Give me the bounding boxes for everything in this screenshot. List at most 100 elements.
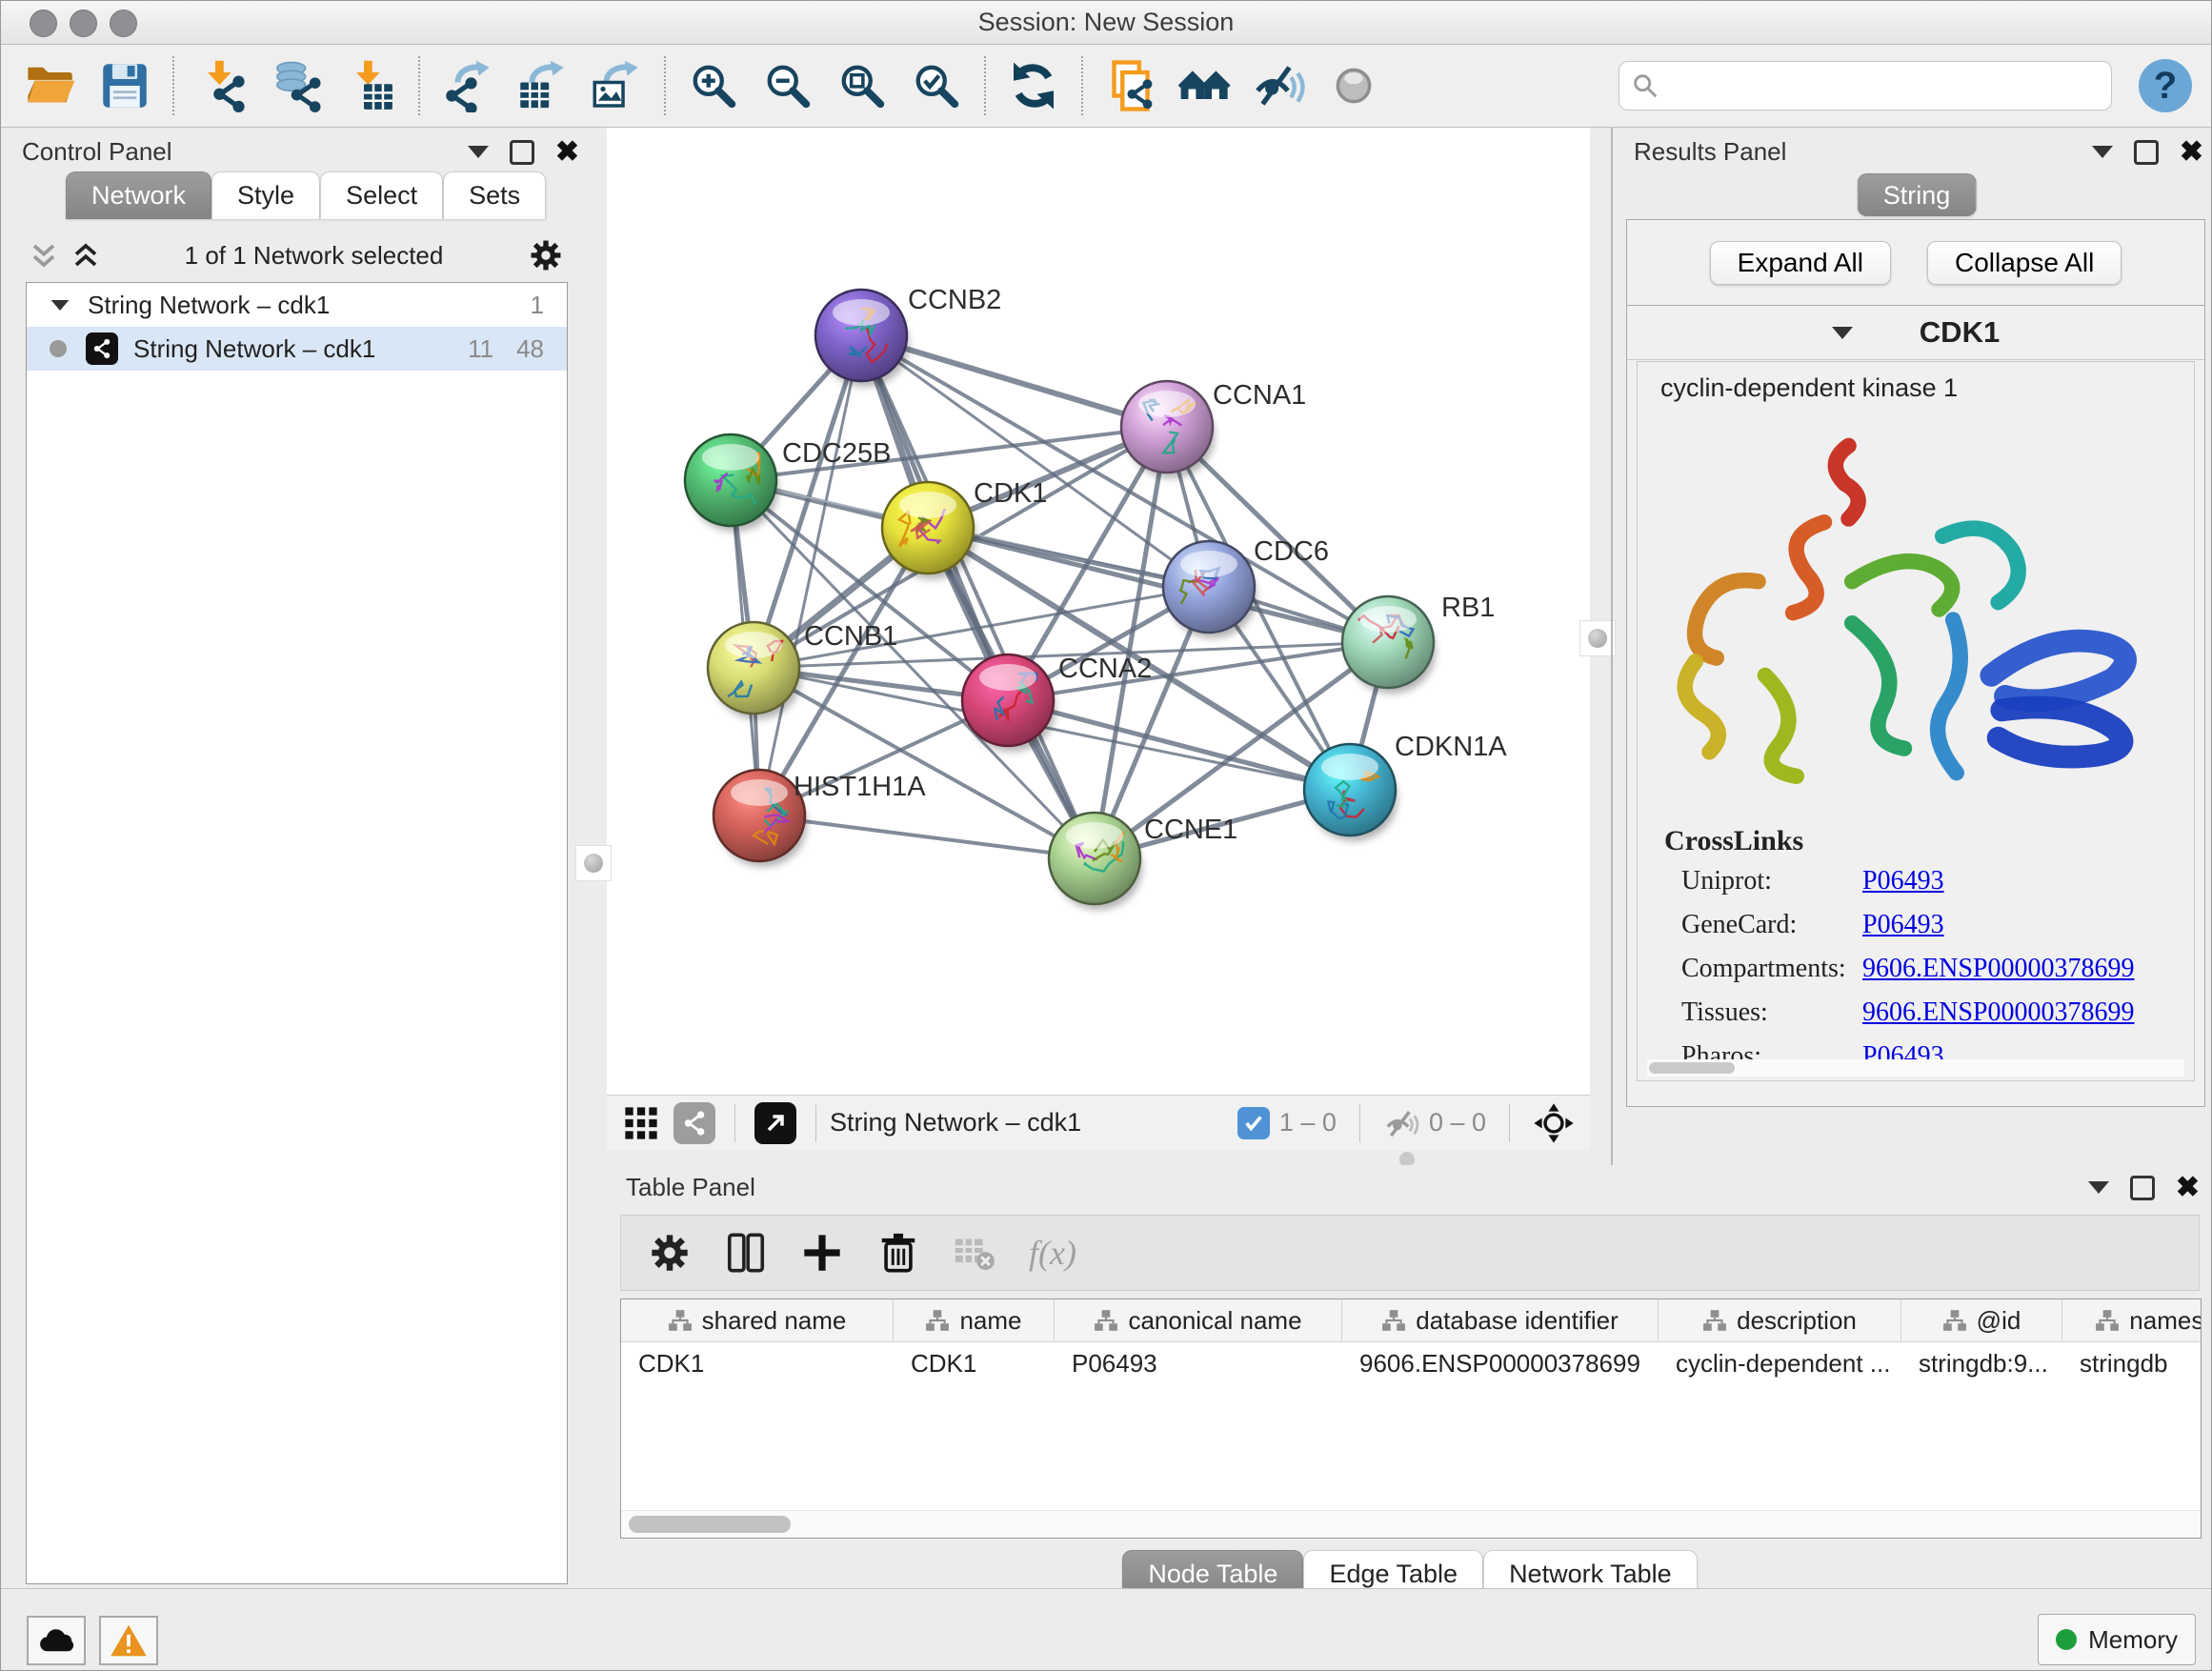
crosslink-label: Compartments: (1681, 954, 1862, 984)
tab-network[interactable]: Network (66, 171, 211, 219)
expand-all-icon[interactable] (71, 241, 100, 270)
zoom-in-button[interactable] (683, 55, 744, 116)
section-collapse-icon[interactable] (1832, 327, 1853, 339)
table-gear-icon[interactable] (648, 1231, 692, 1275)
panel-menu-icon[interactable] (2088, 1181, 2109, 1194)
show-columns-icon[interactable] (724, 1231, 768, 1275)
attribute-type-icon (1702, 1308, 1727, 1333)
open-session-button[interactable] (20, 55, 81, 116)
selected-checkbox-icon[interactable] (1237, 1107, 1270, 1139)
edge-CCNB2-HIST1H1A[interactable] (759, 335, 861, 815)
node-CCNA2[interactable]: CCNA2 (962, 654, 1152, 752)
panel-close-icon[interactable]: ✖ (555, 138, 579, 167)
tab-sets[interactable]: Sets (443, 171, 546, 219)
delete-column-icon[interactable] (876, 1231, 920, 1275)
grid-view-icon[interactable] (620, 1102, 662, 1144)
search-box[interactable] (1619, 61, 2112, 111)
zoom-fit-icon (835, 59, 889, 112)
column-header-databaseidentifier[interactable]: database identifier (1342, 1299, 1659, 1341)
control-panel-tabs: NetworkStyleSelectSets (66, 171, 546, 219)
node-CCNE1[interactable]: CCNE1 (1049, 813, 1237, 910)
node-CCNA1[interactable]: CCNA1 (1121, 380, 1306, 478)
attribute-type-icon (1094, 1308, 1118, 1333)
control-panel-title: Control Panel (22, 137, 172, 167)
cloud-status-button[interactable] (27, 1616, 86, 1665)
export-image-button[interactable] (586, 55, 647, 116)
warning-button[interactable] (99, 1616, 158, 1665)
expand-all-button[interactable]: Expand All (1710, 241, 1891, 285)
crosslink-link[interactable]: P06493 (1862, 866, 1944, 896)
status-bar: Memory (1, 1588, 2211, 1671)
node-label-CCNB1: CCNB1 (804, 621, 897, 652)
hide-glyphs-button[interactable] (1249, 55, 1310, 116)
table-row[interactable]: CDK1CDK1P064939606.ENSP00000378699cyclin… (621, 1342, 2201, 1384)
crosslink-link[interactable]: 9606.ENSP00000378699 (1862, 954, 2134, 984)
node-CDKN1A[interactable]: CDKN1A (1304, 732, 1507, 841)
gene-section-header[interactable]: CDK1 (1627, 306, 2204, 360)
column-header-namespace[interactable]: namespace (2062, 1299, 2202, 1341)
birds-eye-view-icon[interactable] (1533, 1102, 1575, 1144)
crosslink-row: GeneCard: P06493 (1638, 903, 2194, 947)
tab-style[interactable]: Style (211, 171, 320, 219)
table-hscrollbar[interactable] (621, 1510, 2201, 1538)
node-CDC25B[interactable]: CDC25B (685, 434, 891, 532)
collapse-all-button[interactable]: Collapse All (1927, 241, 2122, 285)
tab-select[interactable]: Select (320, 171, 443, 219)
import-network-database-button[interactable] (266, 55, 327, 116)
edge-CCNE1-HIST1H1A[interactable] (759, 815, 1095, 858)
column-header-id[interactable]: @id (1901, 1299, 2062, 1341)
help-button[interactable]: ? (2139, 59, 2192, 112)
collection-count: 1 (531, 291, 544, 320)
panel-float-icon[interactable] (510, 140, 534, 165)
export-network-icon (441, 59, 494, 112)
crosslink-link[interactable]: P06493 (1862, 910, 1944, 940)
import-table-file-button[interactable] (340, 55, 401, 116)
network-canvas[interactable]: CCNB2 CCNA1 CDC25B CDK1 CDC6 (607, 128, 1590, 1095)
node-HIST1H1A[interactable]: HIST1H1A (714, 770, 926, 867)
string-query-button[interactable] (1175, 55, 1236, 116)
graphics-details-button[interactable] (1323, 55, 1384, 116)
tab-string[interactable]: String (1858, 173, 1977, 216)
node-CCNB1[interactable]: CCNB1 (708, 621, 897, 719)
export-network-button[interactable] (437, 55, 498, 116)
panel-close-icon[interactable]: ✖ (2180, 138, 2203, 167)
network-collection-row[interactable]: String Network – cdk1 1 (27, 283, 567, 327)
tree-collapse-icon[interactable] (51, 299, 70, 310)
zoom-out-button[interactable] (757, 55, 818, 116)
attribute-type-icon (1942, 1308, 1967, 1333)
column-header-sharedname[interactable]: shared name (621, 1299, 894, 1341)
collapse-all-icon[interactable] (30, 241, 58, 270)
zoom-fit-button[interactable] (832, 55, 893, 116)
panel-float-icon[interactable] (2134, 140, 2159, 165)
network-view-icon[interactable] (674, 1102, 715, 1144)
detach-view-icon[interactable] (754, 1102, 796, 1144)
node-RB1[interactable]: RB1 (1342, 593, 1495, 694)
gear-icon[interactable] (528, 237, 564, 273)
network-graph[interactable]: CCNB2 CCNA1 CDC25B CDK1 CDC6 (607, 128, 1590, 1095)
results-scrollbar[interactable] (1647, 1059, 2184, 1077)
panel-menu-icon[interactable] (2092, 146, 2113, 158)
import-network-file-button[interactable] (191, 55, 252, 116)
node-table[interactable]: shared namenamecanonical namedatabase id… (620, 1299, 2202, 1539)
toolbar-groups (20, 55, 1384, 116)
search-input[interactable] (1659, 70, 2100, 102)
column-header-name[interactable]: name (894, 1299, 1055, 1341)
refresh-network-button[interactable] (1003, 55, 1064, 116)
column-header-description[interactable]: description (1659, 1299, 1901, 1341)
panel-menu-icon[interactable] (468, 146, 489, 158)
node-label-CDC25B: CDC25B (782, 438, 891, 469)
zoom-selected-button[interactable] (906, 55, 967, 116)
save-session-button[interactable] (94, 55, 155, 116)
crosslink-link[interactable]: 9606.ENSP00000378699 (1862, 997, 2134, 1028)
results-buttons-row: Expand All Collapse All (1626, 219, 2205, 307)
panel-close-icon[interactable]: ✖ (2176, 1174, 2200, 1202)
panel-float-icon[interactable] (2130, 1176, 2155, 1200)
left-splitter-handle[interactable] (575, 845, 612, 881)
add-column-icon[interactable] (800, 1231, 844, 1275)
memory-button[interactable]: Memory (2038, 1614, 2196, 1665)
clone-network-button[interactable] (1100, 55, 1161, 116)
network-row-selected[interactable]: String Network – cdk1 11 48 (27, 327, 567, 371)
column-header-canonicalname[interactable]: canonical name (1055, 1299, 1342, 1341)
export-table-button[interactable] (512, 55, 573, 116)
node-CDK1[interactable]: CDK1 (882, 478, 1047, 579)
